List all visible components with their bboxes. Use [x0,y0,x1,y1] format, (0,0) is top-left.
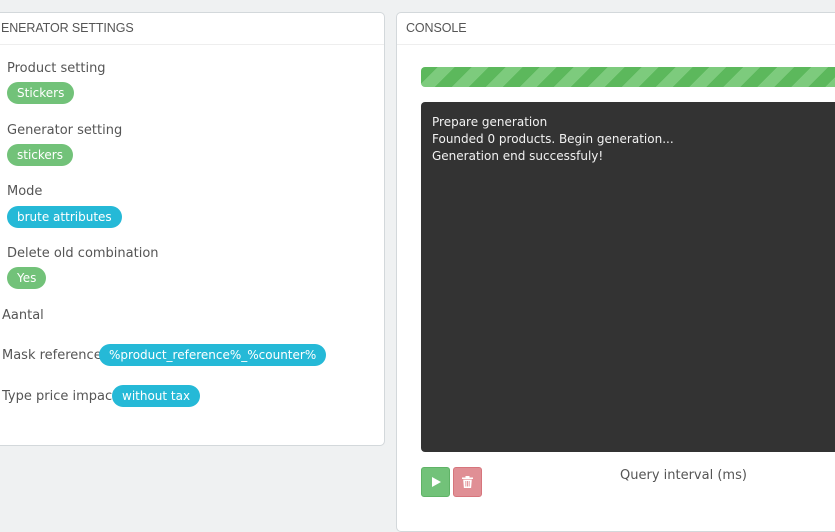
delete-old-combination-badge: Yes [7,267,47,289]
query-interval-label: Query interval (ms) [620,468,747,483]
console-line: Prepare generation [432,115,548,129]
mode-badge: brute attributes [7,206,122,228]
type-price-impact-label: Type price impact [2,389,118,404]
generator-settings-panel: ENERATOR SETTINGS [0,12,385,446]
console-output: Prepare generation Founded 0 products. B… [421,102,835,452]
delete-old-combination-label: Delete old combination [7,246,159,261]
type-price-impact-badge: without tax [112,385,201,407]
aantal-label: Aantal [2,308,44,323]
generator-settings-title: ENERATOR SETTINGS [0,13,384,45]
console-title: CONSOLE [397,13,835,45]
generator-setting-label: Generator setting [7,123,123,138]
delete-button[interactable] [453,467,482,497]
play-icon [431,477,441,487]
trash-icon [462,476,473,488]
product-setting-badge: Stickers [7,82,75,104]
console-line: Founded 0 products. Begin generation... [432,132,674,146]
generator-setting-badge: stickers [7,144,73,166]
mode-label: Mode [7,184,43,199]
mask-reference-badge: %product_reference%_%counter% [99,344,327,366]
generation-progress-bar [421,67,835,87]
start-generation-button[interactable] [421,467,450,497]
mask-reference-label: Mask reference [2,348,102,363]
console-line: Generation end successfuly! [432,149,604,163]
product-setting-label: Product setting [7,61,106,76]
